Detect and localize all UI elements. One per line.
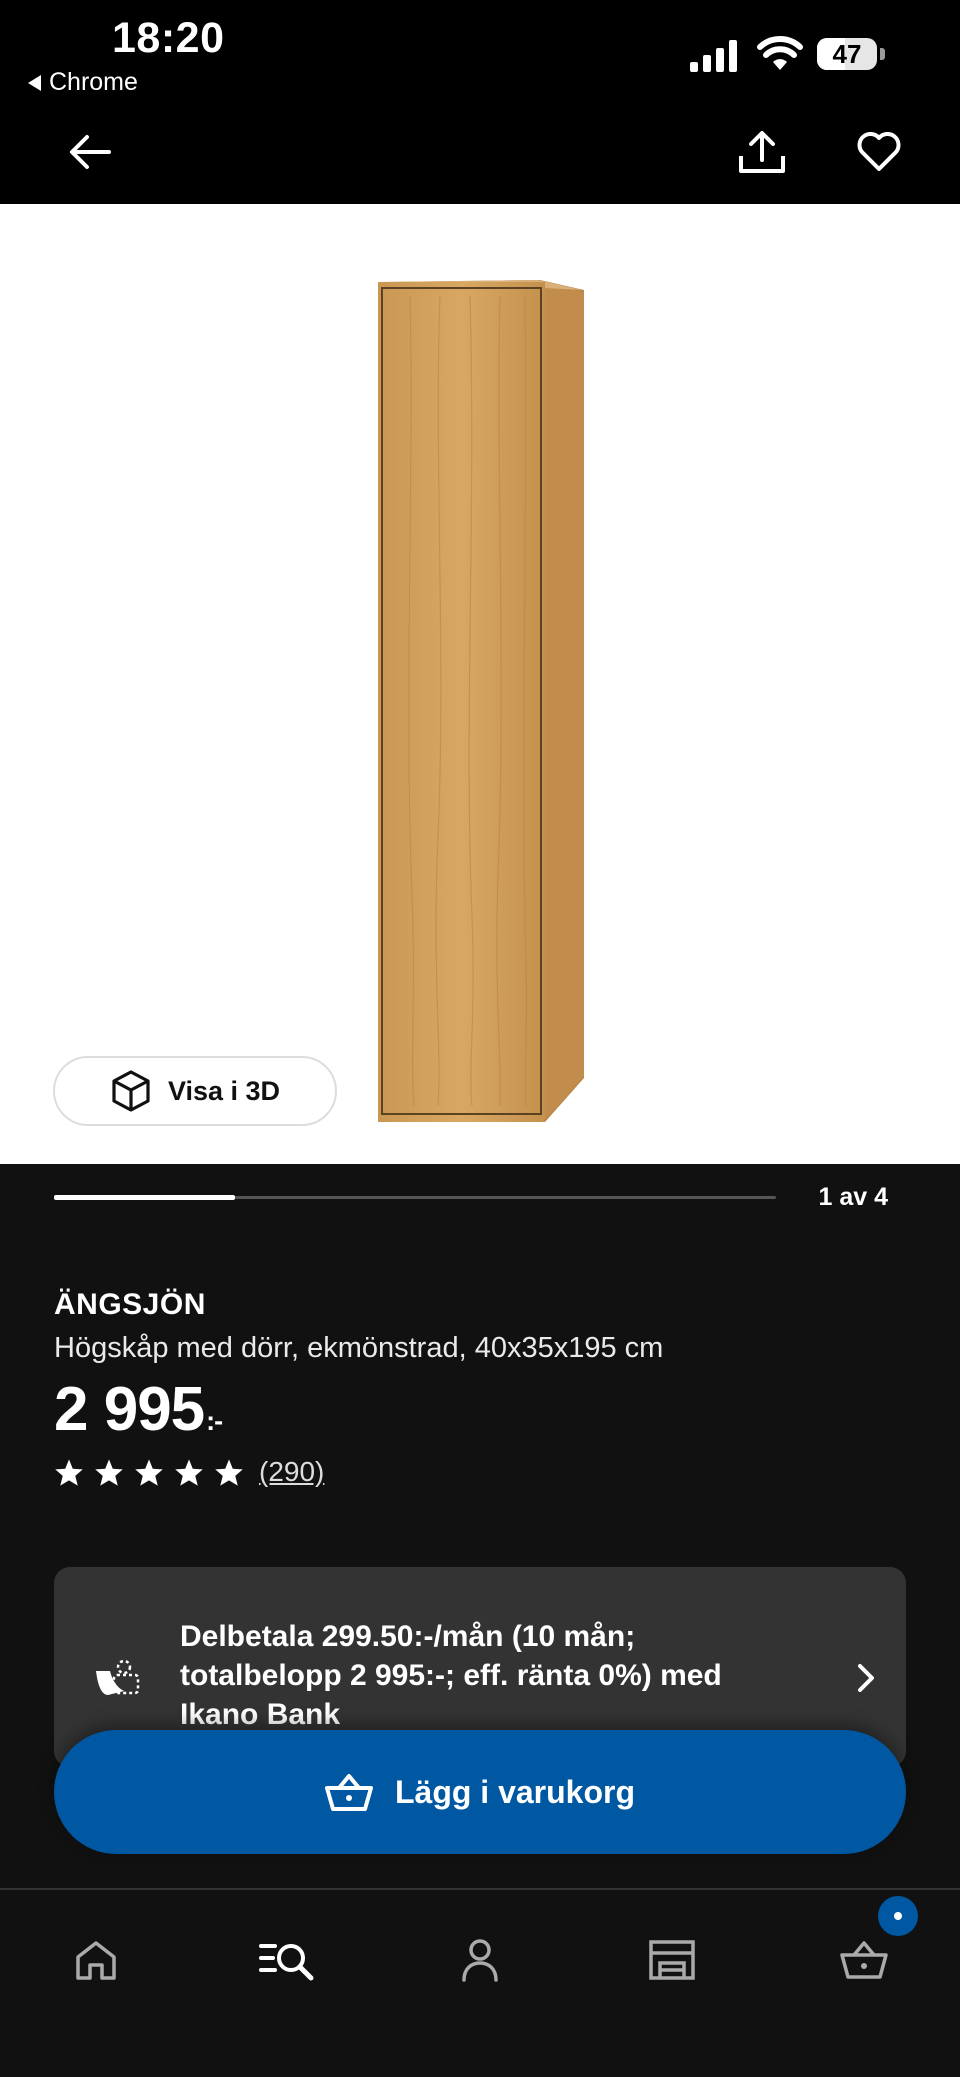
back-button[interactable] [56, 118, 124, 186]
star-icon [215, 1458, 243, 1486]
view-in-3d-button[interactable]: Visa i 3D [53, 1056, 337, 1126]
star-icon [175, 1458, 203, 1486]
home-icon [76, 1941, 116, 1980]
gallery-counter: 1 av 4 [818, 1183, 888, 1211]
review-count-link[interactable]: (290) [259, 1456, 324, 1488]
price-suffix: :- [206, 1406, 223, 1436]
search-list-icon [259, 1944, 314, 1981]
bottom-nav [0, 1890, 960, 2077]
nav-search[interactable] [247, 1920, 327, 2000]
product-price: 2 995 :- [54, 1374, 223, 1445]
share-icon [739, 131, 785, 173]
app-header [0, 100, 960, 204]
product-image-gallery[interactable]: Visa i 3D [0, 204, 960, 1164]
battery-percent: 47 [832, 38, 862, 69]
battery-icon: 47 [817, 38, 877, 70]
basket-icon [840, 1941, 888, 1979]
clock: 18:20 [112, 14, 225, 62]
favorite-button[interactable] [845, 118, 913, 186]
back-triangle-icon [28, 74, 41, 91]
rating-stars [54, 1458, 244, 1487]
add-to-cart-label: Lägg i varukorg [394, 1773, 636, 1810]
gallery-progress-fill [54, 1195, 235, 1200]
nav-store[interactable] [632, 1920, 712, 2000]
nav-profile[interactable] [440, 1920, 520, 2000]
battery-tip [880, 48, 885, 60]
nav-home[interactable] [56, 1920, 136, 2000]
financing-text: Delbetala 299.50:-/mån (10 mån; totalbel… [180, 1620, 722, 1731]
arrow-left-icon [70, 135, 111, 169]
store-icon [649, 1940, 695, 1980]
back-to-app-button[interactable]: Chrome [28, 68, 138, 97]
back-app-label: Chrome [49, 68, 138, 96]
rating[interactable]: (290) [54, 1456, 324, 1488]
add-to-cart-button[interactable]: Lägg i varukorg [54, 1730, 906, 1854]
chevron-right-icon [858, 1664, 874, 1692]
cart-badge-dot [894, 1912, 902, 1920]
star-icon [95, 1458, 123, 1486]
coins-hand-icon [96, 1659, 140, 1695]
star-icon [135, 1458, 163, 1486]
price-value: 2 995 [54, 1375, 205, 1444]
signal-icon [690, 40, 737, 72]
cart-badge [878, 1896, 918, 1936]
view-in-3d-label: Visa i 3D [167, 1075, 281, 1106]
star-icon [55, 1458, 83, 1486]
basket-icon [324, 1774, 373, 1811]
share-button[interactable] [728, 118, 796, 186]
wifi-icon [757, 36, 803, 70]
product-description: Högskåp med dörr, ekmönstrad, 40x35x195 … [54, 1332, 664, 1364]
cube-3d-icon [112, 1070, 150, 1112]
heart-icon [857, 132, 901, 171]
product-name: ÄNGSJÖN [54, 1288, 206, 1321]
profile-icon [462, 1939, 498, 1982]
wooden-tall-cabinet-image [378, 280, 584, 1122]
